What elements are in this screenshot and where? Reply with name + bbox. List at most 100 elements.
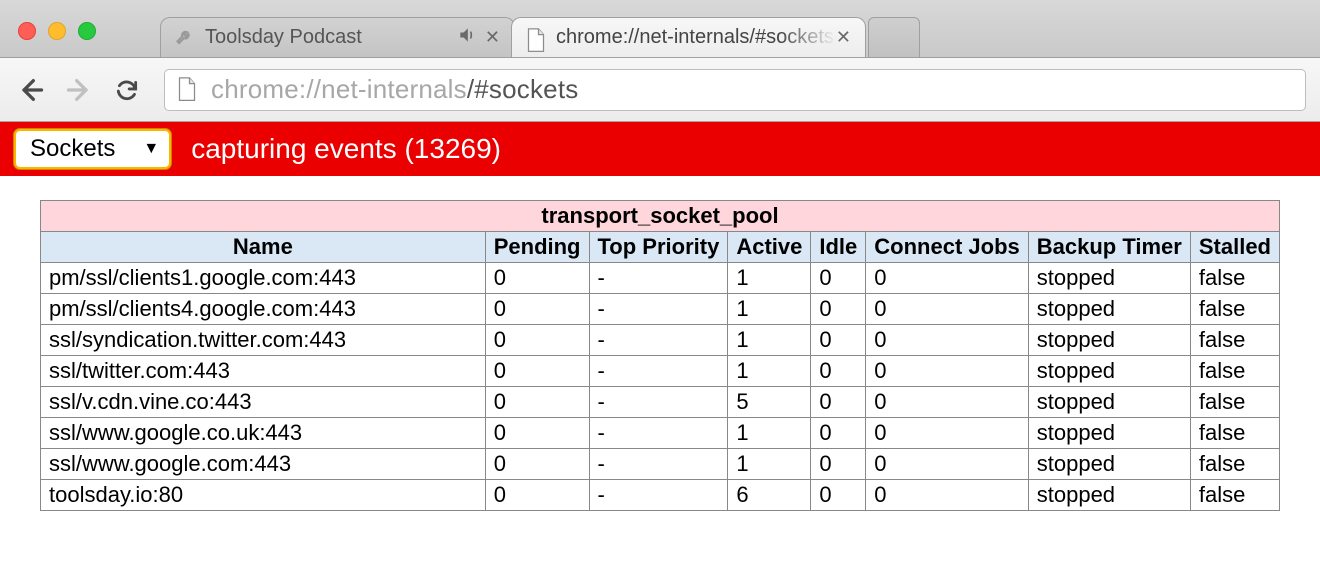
window-zoom-button[interactable] [78, 22, 96, 40]
table-cell: stopped [1028, 480, 1190, 511]
tab-strip: Toolsday Podcast ✕ chrome://net-internal… [0, 0, 1320, 58]
tab-title: Toolsday Podcast [205, 26, 453, 49]
reload-button[interactable] [110, 73, 144, 107]
table-cell: stopped [1028, 325, 1190, 356]
table-cell: ssl/v.cdn.vine.co:443 [41, 387, 486, 418]
table-cell: false [1190, 449, 1279, 480]
close-icon[interactable]: ✕ [485, 27, 500, 48]
table-cell: stopped [1028, 294, 1190, 325]
table-cell: stopped [1028, 418, 1190, 449]
table-row: pm/ssl/clients4.google.com:4430-100stopp… [41, 294, 1280, 325]
table-row: ssl/v.cdn.vine.co:4430-500stoppedfalse [41, 387, 1280, 418]
table-cell: 0 [811, 449, 866, 480]
capture-status-label: capturing events [191, 133, 396, 164]
table-cell: stopped [1028, 387, 1190, 418]
tab-net-internals[interactable]: chrome://net-internals/#sockets ✕ [511, 17, 866, 57]
table-cell: false [1190, 294, 1279, 325]
url-display: chrome://net-internals/#sockets [211, 74, 578, 105]
table-cell: 0 [811, 294, 866, 325]
table-cell: ssl/twitter.com:443 [41, 356, 486, 387]
table-title: transport_socket_pool [41, 201, 1280, 232]
tab-toolsday[interactable]: Toolsday Podcast ✕ [160, 17, 515, 57]
table-cell: 0 [485, 325, 589, 356]
browser-tabs: Toolsday Podcast ✕ chrome://net-internal… [160, 0, 916, 57]
col-active: Active [728, 232, 811, 263]
table-cell: stopped [1028, 356, 1190, 387]
table-cell: false [1190, 356, 1279, 387]
table-header-row: Name Pending Top Priority Active Idle Co… [41, 232, 1280, 263]
table-cell: 0 [866, 325, 1028, 356]
table-cell: - [589, 418, 728, 449]
window-controls [18, 22, 96, 40]
audio-playing-icon[interactable] [457, 25, 477, 50]
table-cell: 0 [811, 387, 866, 418]
table-row: pm/ssl/clients1.google.com:4430-100stopp… [41, 263, 1280, 294]
table-cell: false [1190, 325, 1279, 356]
table-cell: toolsday.io:80 [41, 480, 486, 511]
capture-status: capturing events (13269) [191, 133, 501, 165]
table-row: ssl/www.google.com:4430-100stoppedfalse [41, 449, 1280, 480]
new-tab-button[interactable] [868, 17, 920, 57]
col-backup-timer: Backup Timer [1028, 232, 1190, 263]
table-cell: - [589, 294, 728, 325]
document-icon [526, 28, 546, 48]
table-cell: 0 [811, 356, 866, 387]
forward-button[interactable] [62, 73, 96, 107]
table-cell: 0 [485, 387, 589, 418]
document-icon [177, 77, 197, 103]
table-row: ssl/syndication.twitter.com:4430-100stop… [41, 325, 1280, 356]
table-cell: ssl/syndication.twitter.com:443 [41, 325, 486, 356]
table-cell: 1 [728, 325, 811, 356]
col-connect-jobs: Connect Jobs [866, 232, 1028, 263]
table-cell: 0 [485, 356, 589, 387]
table-cell: 0 [866, 387, 1028, 418]
table-cell: 0 [866, 480, 1028, 511]
col-top-priority: Top Priority [589, 232, 728, 263]
table-cell: 0 [485, 418, 589, 449]
url-path: /#sockets [467, 74, 579, 105]
table-cell: 0 [485, 480, 589, 511]
table-row: ssl/twitter.com:4430-100stoppedfalse [41, 356, 1280, 387]
table-cell: - [589, 480, 728, 511]
table-cell: 5 [728, 387, 811, 418]
table-cell: - [589, 325, 728, 356]
table-cell: stopped [1028, 449, 1190, 480]
close-icon[interactable]: ✕ [836, 27, 851, 48]
table-cell: ssl/www.google.co.uk:443 [41, 418, 486, 449]
table-cell: 1 [728, 356, 811, 387]
table-cell: 0 [811, 418, 866, 449]
table-cell: pm/ssl/clients4.google.com:443 [41, 294, 486, 325]
table-cell: 0 [866, 263, 1028, 294]
chevron-down-icon: ▼ [143, 140, 159, 158]
col-stalled: Stalled [1190, 232, 1279, 263]
table-cell: - [589, 387, 728, 418]
table-cell: false [1190, 387, 1279, 418]
table-cell: 0 [485, 294, 589, 325]
table-cell: 1 [728, 294, 811, 325]
back-button[interactable] [14, 73, 48, 107]
table-cell: 0 [811, 263, 866, 294]
url-origin: chrome://net-internals [211, 74, 467, 105]
table-cell: 0 [485, 449, 589, 480]
section-select[interactable]: Sockets ▼ [14, 129, 171, 169]
table-row: ssl/www.google.co.uk:4430-100stoppedfals… [41, 418, 1280, 449]
table-cell: false [1190, 263, 1279, 294]
table-cell: 0 [866, 356, 1028, 387]
toolbar: chrome://net-internals/#sockets [0, 58, 1320, 122]
table-cell: 0 [811, 325, 866, 356]
table-cell: 6 [728, 480, 811, 511]
col-pending: Pending [485, 232, 589, 263]
table-cell: false [1190, 418, 1279, 449]
table-cell: 0 [866, 418, 1028, 449]
window-minimize-button[interactable] [48, 22, 66, 40]
wrench-icon [175, 28, 195, 48]
address-bar[interactable]: chrome://net-internals/#sockets [164, 69, 1306, 111]
table-cell: stopped [1028, 263, 1190, 294]
window-close-button[interactable] [18, 22, 36, 40]
table-cell: 0 [866, 294, 1028, 325]
table-cell: 1 [728, 449, 811, 480]
table-cell: 1 [728, 263, 811, 294]
table-cell: 0 [485, 263, 589, 294]
table-cell: pm/ssl/clients1.google.com:443 [41, 263, 486, 294]
capture-bar: Sockets ▼ capturing events (13269) [0, 122, 1320, 176]
